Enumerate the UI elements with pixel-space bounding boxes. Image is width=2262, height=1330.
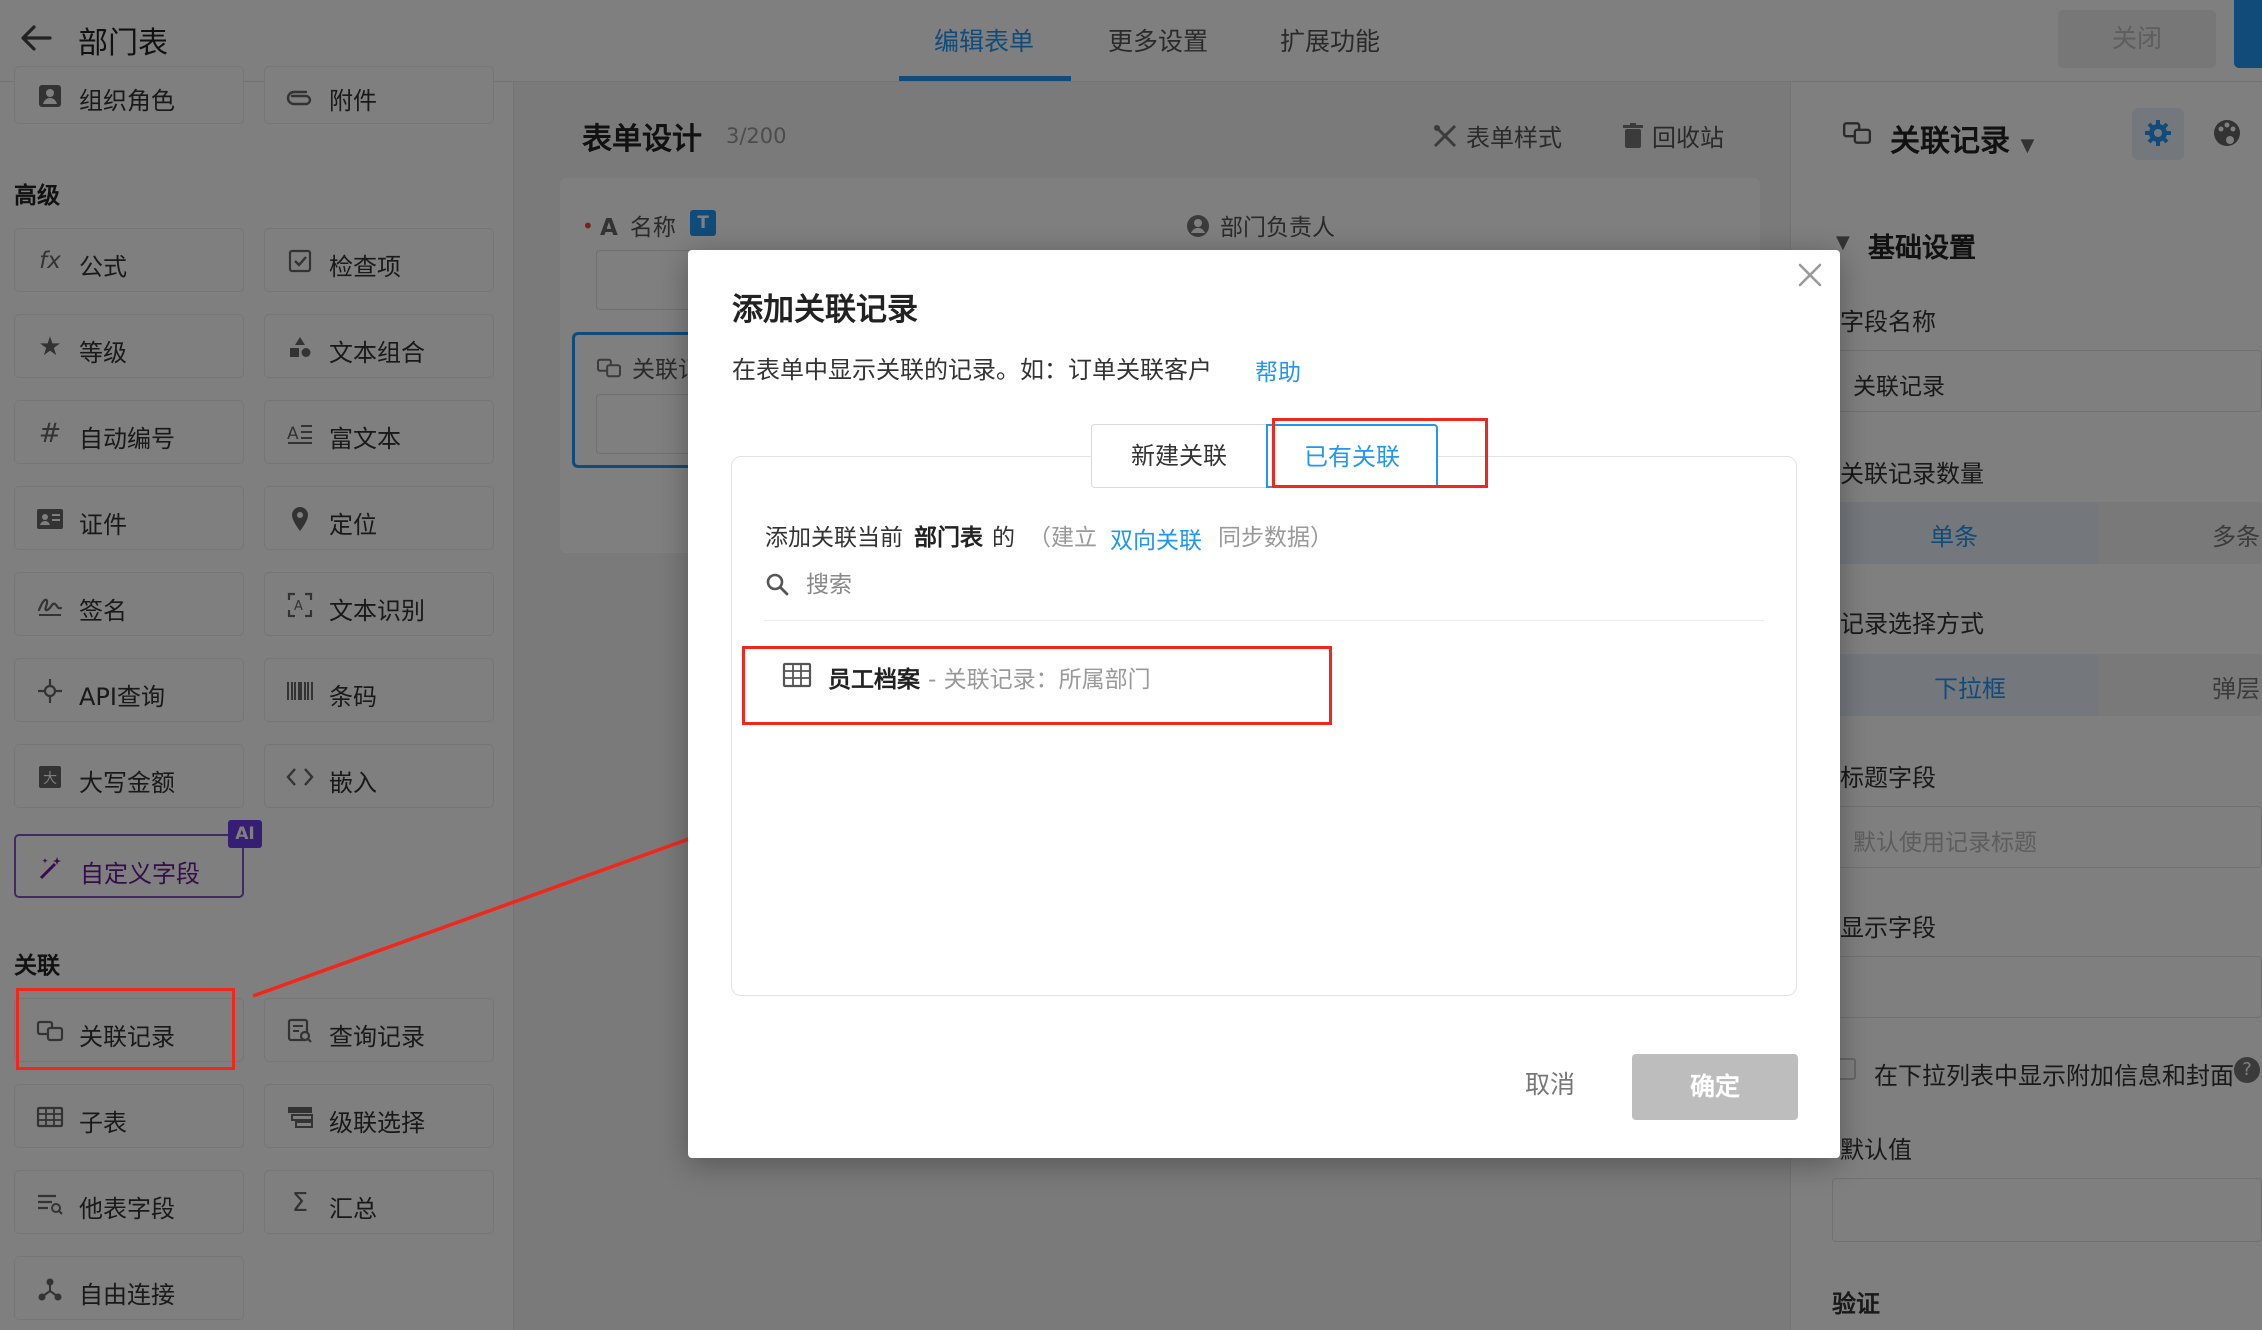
annotation-box-option bbox=[742, 646, 1332, 725]
relation-hint-prefix: 添加关联当前 bbox=[765, 525, 903, 551]
close-icon[interactable] bbox=[1793, 258, 1827, 292]
help-link[interactable]: 帮助 bbox=[1255, 353, 1301, 387]
relation-hint-table: 部门表 bbox=[914, 525, 983, 551]
search-icon bbox=[764, 571, 792, 599]
dialog-description: 在表单中显示关联的记录。如：订单关联客户 bbox=[732, 356, 1212, 384]
divider bbox=[764, 620, 1764, 621]
search-input[interactable] bbox=[806, 568, 1406, 602]
relation-hint-paren-close: 同步数据） bbox=[1218, 525, 1333, 551]
two-way-relation-link[interactable]: 双向关联 bbox=[1110, 521, 1202, 555]
dialog-title: 添加关联记录 bbox=[732, 292, 918, 328]
relation-hint-of: 的 bbox=[992, 525, 1015, 551]
cancel-button[interactable]: 取消 bbox=[1500, 1055, 1600, 1115]
tab-new-relation[interactable]: 新建关联 bbox=[1091, 424, 1267, 488]
relation-hint-paren-open: （建立 bbox=[1028, 525, 1097, 551]
confirm-button[interactable]: 确定 bbox=[1632, 1054, 1798, 1120]
annotation-box-existing-tab bbox=[1272, 418, 1488, 488]
